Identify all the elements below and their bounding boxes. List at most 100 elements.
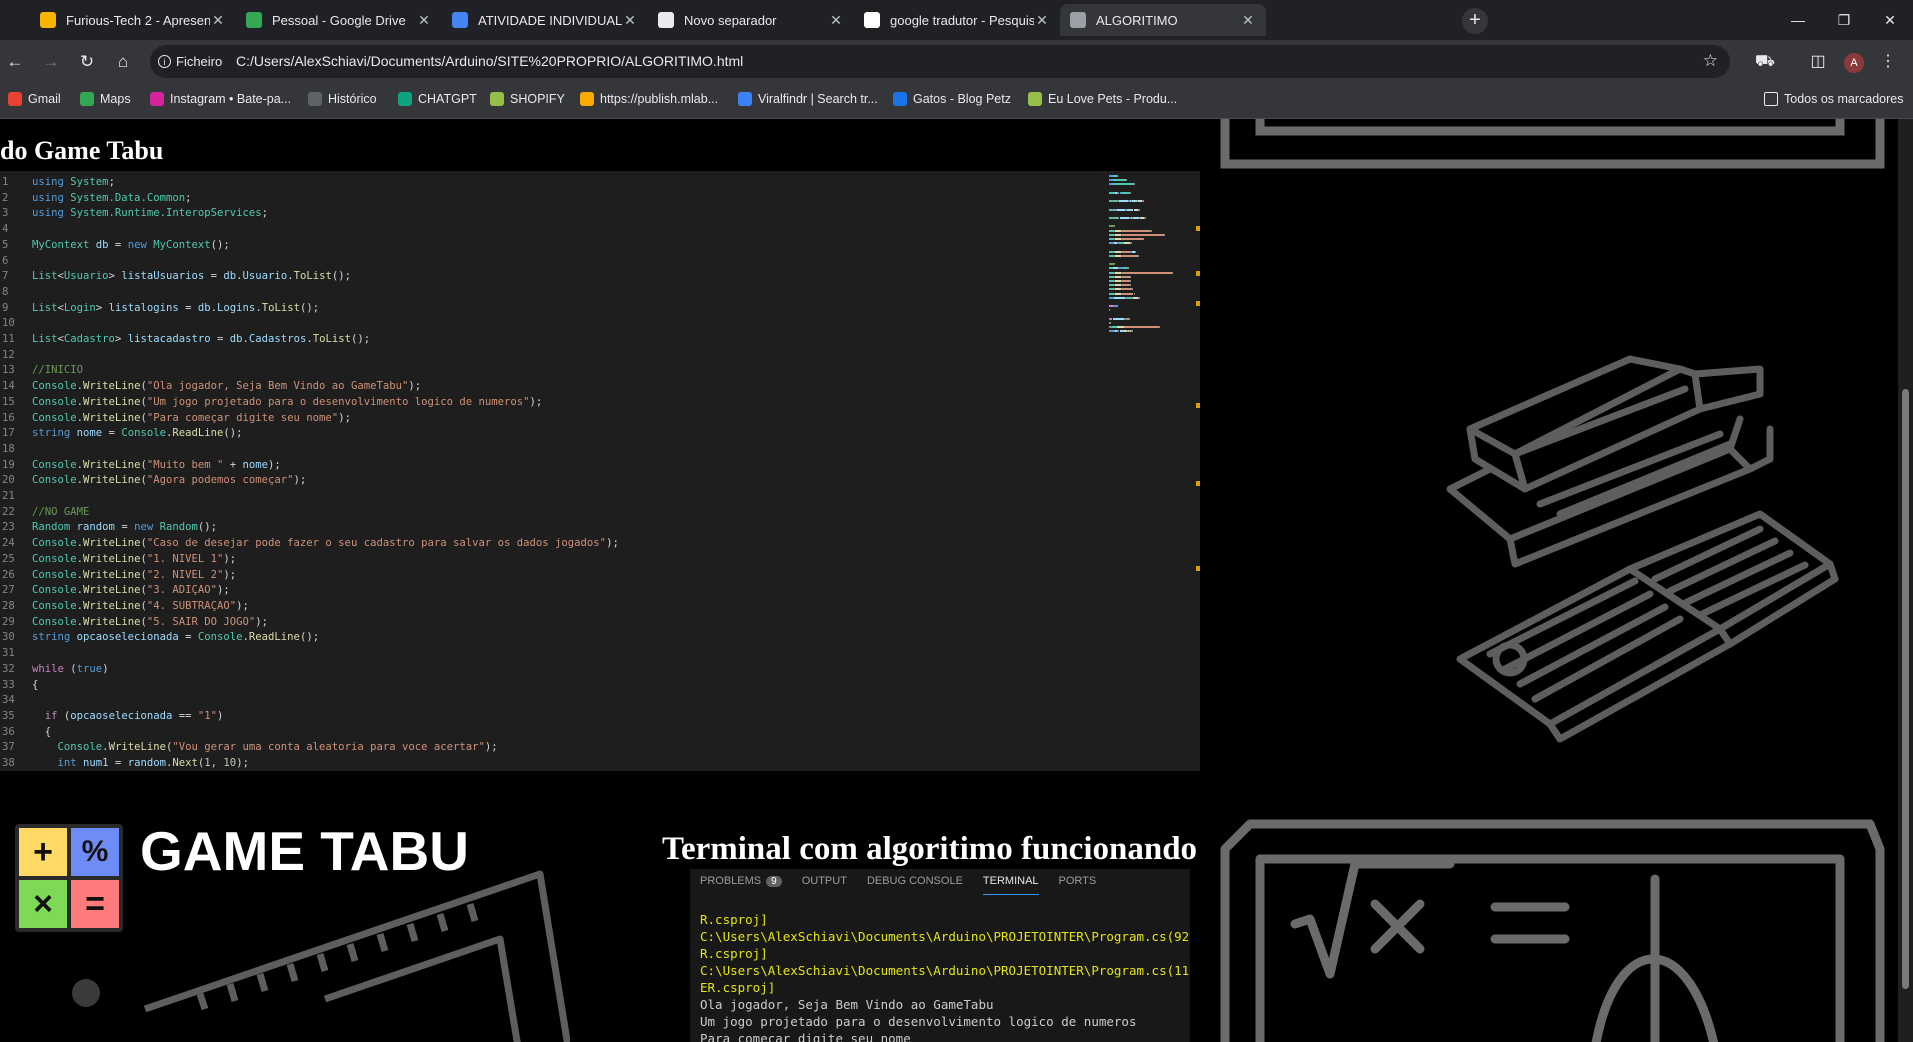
line-number: 33 xyxy=(2,678,15,691)
minimap-stroke xyxy=(1150,229,1152,232)
code-line: 3 using System.Runtime.InteropServices; xyxy=(0,206,619,222)
code-line: 17 string nome = Console.ReadLine(); xyxy=(0,426,619,442)
gmail-icon xyxy=(8,92,22,106)
minimap-stroke xyxy=(1117,175,1119,177)
minimap-stroke xyxy=(1127,267,1130,270)
back-button[interactable]: ← xyxy=(2,49,28,75)
browser-tab[interactable]: Novo separador ✕ xyxy=(648,4,854,36)
url-text[interactable]: C:/Users/AlexSchiavi/Documents/Arduino/S… xyxy=(236,53,743,69)
forward-button[interactable]: → xyxy=(38,49,64,75)
brand-title: GAME TABU xyxy=(140,820,469,882)
tab-label: Pessoal - Google Drive xyxy=(272,12,406,28)
site-info-chip[interactable]: i Ficheiro xyxy=(158,51,222,72)
viralfindr-icon xyxy=(738,92,752,106)
address-bar[interactable]: i Ficheiro C:/Users/AlexSchiavi/Document… xyxy=(150,45,1730,78)
line-number: 23 xyxy=(2,521,15,534)
line-number: 13 xyxy=(2,364,15,377)
code-line: 13//INICIO xyxy=(0,363,619,379)
line-number: 36 xyxy=(2,725,15,738)
terminal-tabs: PROBLEMS 9 OUTPUT DEBUG CONSOLE TERMINAL PORT… xyxy=(700,875,1116,897)
code-line: 4 xyxy=(0,222,619,238)
terminal-tab-ports[interactable]: PORTS xyxy=(1059,875,1097,897)
menu-icon[interactable]: ⋮ xyxy=(1875,49,1901,75)
minimap-stroke xyxy=(1121,229,1151,232)
close-tab-icon[interactable]: ✕ xyxy=(1240,12,1256,29)
shopify-icon xyxy=(1028,92,1042,106)
line-number: 26 xyxy=(2,568,15,581)
browser-tab[interactable]: google tradutor - Pesquisa Goo✕ xyxy=(854,4,1060,36)
side-panel-icon[interactable]: ◫ xyxy=(1805,49,1831,75)
minimize-button[interactable]: — xyxy=(1775,0,1821,40)
code-line: 18 xyxy=(0,442,619,458)
browser-tab[interactable]: Furious-Tech 2 - Apresentações✕ xyxy=(30,4,236,36)
bookmark-item[interactable]: Histórico xyxy=(308,92,377,106)
home-button[interactable]: ⌂ xyxy=(110,49,136,75)
terminal-tab-output[interactable]: OUTPUT xyxy=(802,875,847,897)
close-tab-icon[interactable]: ✕ xyxy=(416,12,432,29)
close-tab-icon[interactable]: ✕ xyxy=(828,12,844,29)
line-number: 3 xyxy=(2,207,9,220)
bookmark-item[interactable]: SHOPIFY xyxy=(490,92,565,106)
browser-tab[interactable]: Pessoal - Google Drive ✕ xyxy=(236,4,442,36)
shopify-icon xyxy=(490,92,504,106)
line-number: 16 xyxy=(2,411,15,424)
minimap-stroke xyxy=(1138,296,1141,299)
close-tab-icon[interactable]: ✕ xyxy=(210,12,226,29)
code-line: 35 if (opcaoselecionada == "1") xyxy=(0,709,619,725)
profile-avatar[interactable]: A xyxy=(1844,53,1864,73)
all-bookmarks-label: Todos os marcadores xyxy=(1784,92,1904,106)
terminal-line: C:\Users\AlexSchiavi\Documents\Arduino\P… xyxy=(700,963,1190,978)
code-line: 22//NO GAME xyxy=(0,505,619,521)
close-tab-icon[interactable]: ✕ xyxy=(1034,12,1050,29)
bookmark-item[interactable]: CHATGPT xyxy=(398,92,477,106)
scrollbar-marker xyxy=(1196,481,1200,486)
reload-button[interactable]: ↻ xyxy=(74,49,100,75)
scrollbar-thumb[interactable] xyxy=(1902,389,1909,989)
minimap-stroke xyxy=(1163,233,1165,236)
bookmark-item[interactable]: Gmail xyxy=(8,92,61,106)
line-number: 37 xyxy=(2,741,15,754)
top-frame-art xyxy=(1220,119,1885,169)
bookmark-star-icon[interactable]: ☆ xyxy=(1703,51,1718,71)
folder-icon xyxy=(1764,92,1778,106)
browser-tab[interactable]: ALGORITIMO ✕ xyxy=(1060,4,1266,36)
logo-plus: + xyxy=(19,828,67,876)
restore-button[interactable]: ❐ xyxy=(1821,0,1867,40)
terminal-tab-terminal[interactable]: TERMINAL xyxy=(982,875,1039,897)
line-number: 31 xyxy=(2,647,15,660)
minimap-stroke xyxy=(1121,284,1130,287)
close-tab-icon[interactable]: ✕ xyxy=(622,12,638,29)
page-scrollbar[interactable] xyxy=(1898,119,1913,1042)
code-line: 26 Console.WriteLine("2. NIVEL 2"); xyxy=(0,568,619,584)
bookmark-item[interactable]: Instagram • Bate-pa... xyxy=(150,92,291,106)
code-line: 20 Console.WriteLine("Agora podemos começ… xyxy=(0,473,619,489)
minimap-stroke xyxy=(1125,179,1127,182)
all-bookmarks-folder[interactable]: Todos os marcadores xyxy=(1764,92,1904,106)
minimap-stroke xyxy=(1129,284,1131,287)
code-line: 28 Console.WriteLine("4. SUBTRAÇAO"); xyxy=(0,599,619,615)
bookmark-item[interactable]: https://publish.mlab... xyxy=(580,92,718,106)
line-number: 11 xyxy=(2,333,15,346)
line-number: 29 xyxy=(2,615,15,628)
minimap-stroke xyxy=(1131,288,1133,291)
line-number: 14 xyxy=(2,380,15,393)
bookmark-item[interactable]: Eu Love Pets - Produ... xyxy=(1028,92,1177,106)
line-number: 34 xyxy=(2,694,15,707)
bookmark-item[interactable]: Maps xyxy=(80,92,131,106)
line-number: 4 xyxy=(2,223,9,236)
close-window-button[interactable]: ✕ xyxy=(1867,0,1913,40)
info-icon: i xyxy=(158,55,171,68)
terminal-tab-problems[interactable]: PROBLEMS 9 xyxy=(700,875,782,897)
line-number: 19 xyxy=(2,458,15,471)
browser-tab[interactable]: ATIVIDADE INDIVIDUAL_ALEX J✕ xyxy=(442,4,648,36)
code-line: 15 Console.WriteLine("Um jogo projetado p… xyxy=(0,395,619,411)
minimap-stroke xyxy=(1128,191,1131,194)
new-tab-button[interactable]: + xyxy=(1462,8,1488,34)
terminal-heading: Terminal com algoritimo funcionando xyxy=(662,831,1198,868)
extensions-icon[interactable]: ⛟ xyxy=(1752,49,1778,75)
terminal-tab-debug-console[interactable]: DEBUG CONSOLE xyxy=(867,875,963,897)
bookmark-item[interactable]: Gatos - Blog Petz xyxy=(893,92,1011,106)
minimap-stroke xyxy=(1130,242,1133,245)
bookmark-item[interactable]: Viralfindr | Search tr... xyxy=(738,92,878,106)
bookmark-label: SHOPIFY xyxy=(510,92,565,106)
